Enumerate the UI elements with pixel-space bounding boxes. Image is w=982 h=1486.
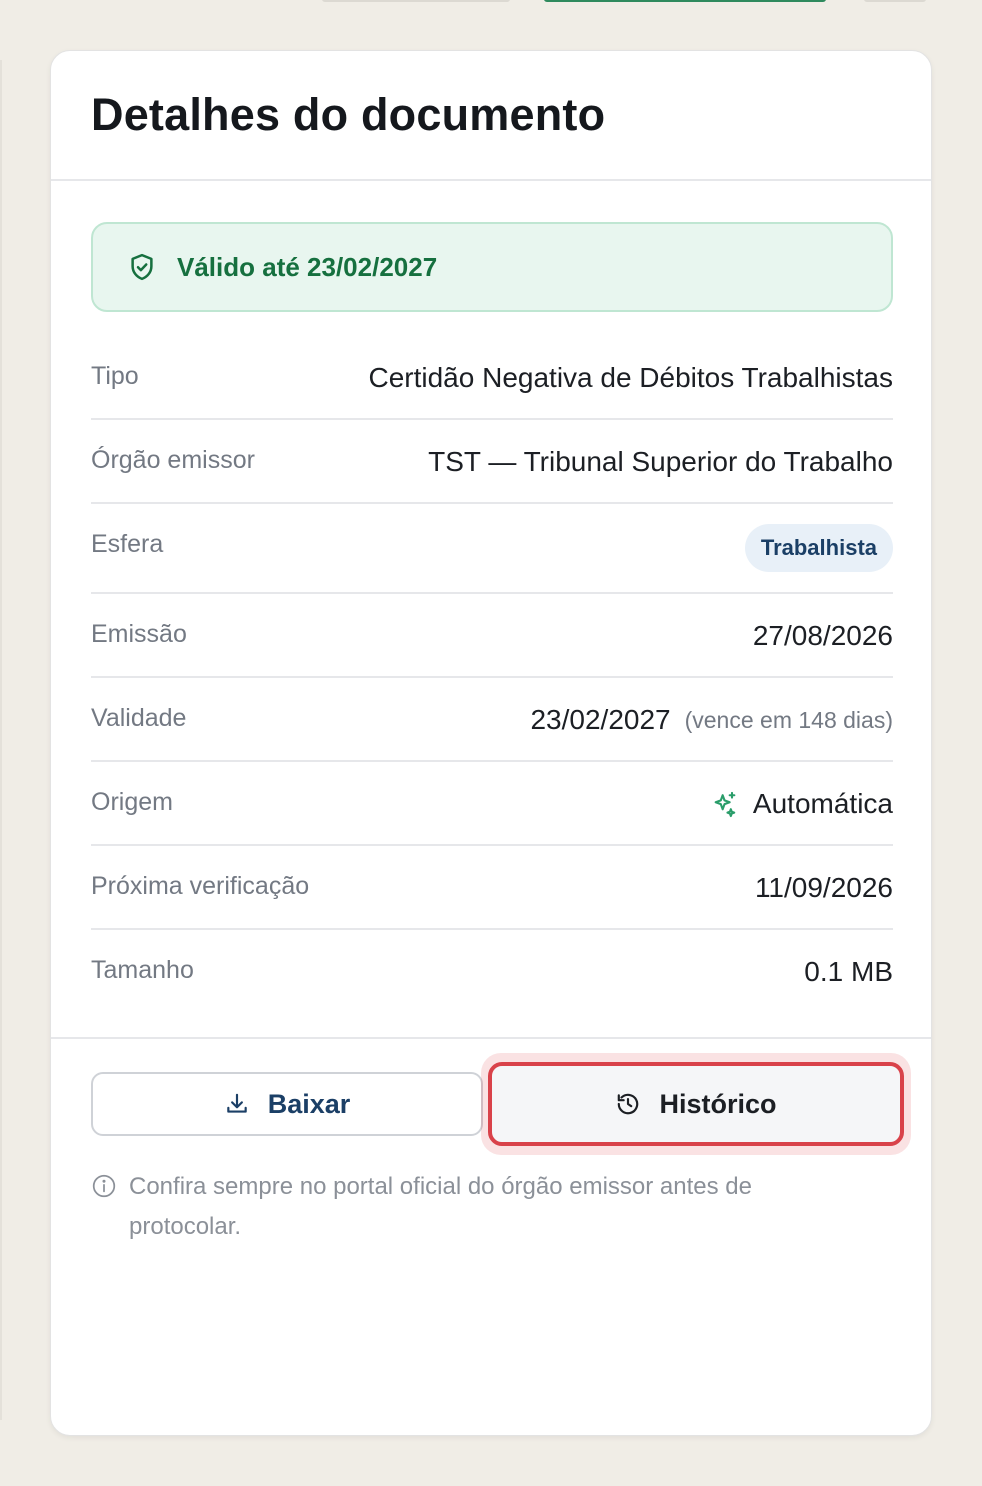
- detail-value: 11/09/2026: [754, 872, 893, 903]
- footer-divider: [51, 1037, 931, 1039]
- detail-row-proxima-verificacao: Próxima verificação 11/09/2026: [91, 846, 893, 930]
- card-title: Detalhes do documento: [91, 89, 606, 140]
- detail-row-origem: Origem Automática: [91, 762, 893, 846]
- expiry-countdown: (vence em 148 dias): [684, 707, 893, 733]
- detail-value-group: Automática: [711, 786, 893, 822]
- validity-date: 23/02/2027: [530, 704, 671, 735]
- footer-note-text: Confira sempre no portal oficial do órgã…: [129, 1173, 752, 1240]
- background-active-tab-fragment: [544, 0, 826, 2]
- detail-row-emissao: Emissão 27/08/2026: [91, 594, 893, 678]
- shield-check-icon: [127, 252, 157, 282]
- detail-row-validade: Validade 23/02/2027 (vence em 148 dias): [91, 678, 893, 762]
- detail-label: Tipo: [91, 362, 139, 390]
- download-button[interactable]: Baixar: [91, 1072, 483, 1136]
- validity-text: Válido até 23/02/2027: [177, 251, 438, 282]
- details-list: Tipo Certidão Negativa de Débitos Trabal…: [91, 336, 893, 1014]
- history-button-label: Histórico: [659, 1088, 777, 1119]
- download-button-label: Baixar: [267, 1088, 351, 1119]
- background-panel-edge: [0, 60, 2, 1420]
- validity-banner: Válido até 23/02/2027: [91, 222, 893, 312]
- detail-row-orgao-emissor: Órgão emissor TST — Tribunal Superior do…: [91, 420, 893, 504]
- card-header: Detalhes do documento: [51, 51, 931, 181]
- detail-label: Origem: [91, 788, 173, 816]
- detail-row-tamanho: Tamanho 0.1 MB: [91, 930, 893, 1014]
- detail-label: Emissão: [91, 620, 187, 648]
- detail-value: 0.1 MB: [804, 956, 893, 987]
- origin-value: Automática: [752, 788, 893, 819]
- detail-value: TST — Tribunal Superior do Trabalho: [428, 446, 893, 477]
- sparkle-icon: [711, 790, 739, 818]
- detail-value: 27/08/2026: [752, 620, 893, 651]
- detail-label: Validade: [91, 704, 187, 732]
- document-details-card: Detalhes do documento Válido até 23/02/2…: [50, 50, 932, 1436]
- download-icon: [224, 1091, 250, 1117]
- detail-label: Tamanho: [91, 956, 194, 984]
- detail-row-tipo: Tipo Certidão Negativa de Débitos Trabal…: [91, 336, 893, 420]
- history-icon: [615, 1091, 641, 1117]
- detail-value: Certidão Negativa de Débitos Trabalhista…: [368, 362, 893, 393]
- detail-label: Próxima verificação: [91, 872, 310, 900]
- history-button[interactable]: Histórico: [488, 1062, 904, 1146]
- background-tab-fragment: [322, 0, 510, 2]
- esfera-badge: Trabalhista: [744, 524, 893, 572]
- background-tab-fragment: [864, 0, 926, 2]
- detail-value-group: 23/02/2027 (vence em 148 dias): [530, 702, 893, 738]
- detail-row-esfera: Esfera Trabalhista: [91, 504, 893, 594]
- detail-label: Órgão emissor: [91, 446, 255, 474]
- detail-label: Esfera: [91, 530, 164, 558]
- info-icon: [91, 1173, 117, 1199]
- footer-note: Confira sempre no portal oficial do órgã…: [91, 1171, 851, 1247]
